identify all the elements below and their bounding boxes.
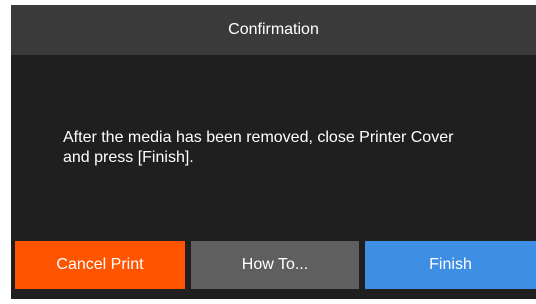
dialog-button-bar: Cancel Print How To... Finish — [11, 237, 536, 299]
cancel-print-button[interactable]: Cancel Print — [15, 241, 185, 289]
dialog-title-bar: Confirmation — [11, 5, 536, 55]
finish-button[interactable]: Finish — [365, 241, 536, 289]
dialog-message: After the media has been removed, close … — [63, 129, 454, 166]
dialog-title: Confirmation — [228, 21, 319, 38]
how-to-button[interactable]: How To... — [191, 241, 359, 289]
dialog-message-area: After the media has been removed, close … — [11, 55, 536, 237]
confirmation-dialog: Confirmation After the media has been re… — [11, 5, 536, 299]
